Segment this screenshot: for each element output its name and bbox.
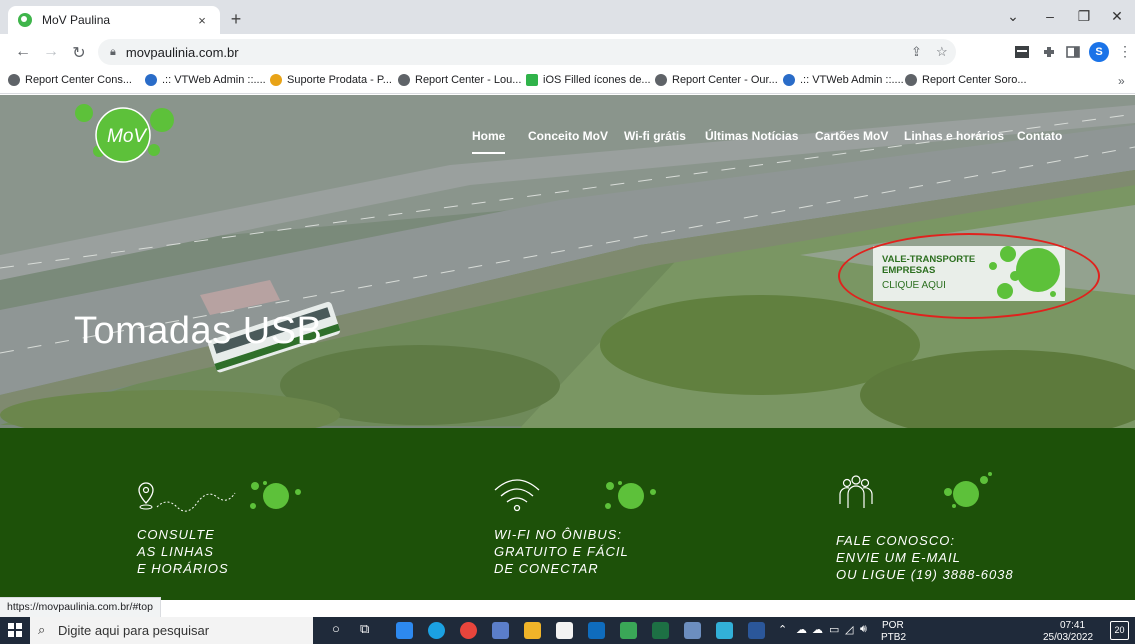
bookmark-item[interactable]: .:: VTWeb Admin ::.... — [783, 74, 904, 86]
extension-tile-icon[interactable] — [1014, 44, 1030, 60]
taskbar-search-input[interactable]: ⌕ Digite aqui para pesquisar — [30, 617, 313, 644]
decorative-dots-icon — [250, 481, 301, 509]
nav-home[interactable]: Home — [472, 129, 506, 154]
project-app-icon[interactable] — [620, 622, 637, 639]
edge-app-icon[interactable] — [428, 622, 445, 639]
hero-banner: MoV Home Conceito MoV Wi-fi grátis Últim… — [0, 95, 1135, 428]
people-group-icon[interactable] — [836, 474, 876, 510]
minimize-icon[interactable]: – — [1040, 8, 1060, 24]
bookmark-item[interactable]: Report Center Cons... — [8, 74, 132, 86]
network-icon[interactable]: ◿ — [845, 623, 853, 636]
feature-wifi-text[interactable]: WI-FI NO ÔNIBUS: GRATUITO E FÁCIL DE CON… — [494, 526, 629, 577]
volume-icon[interactable]: 🔊︎ — [860, 623, 867, 636]
task-view-icon[interactable]: ⧉ — [360, 621, 369, 637]
bookmark-icons8-icon — [526, 74, 538, 86]
bookmarks-bar: Report Center Cons... .:: VTWeb Admin ::… — [0, 70, 1135, 94]
extensions-puzzle-icon[interactable] — [1041, 44, 1057, 60]
app-icon[interactable] — [716, 622, 733, 639]
map-pin-route-icon[interactable] — [137, 480, 247, 520]
bookmark-globe-icon — [655, 74, 667, 86]
notification-center-icon[interactable]: 20 — [1110, 621, 1129, 640]
menu-kebab-icon[interactable]: ⋮ — [1118, 43, 1132, 60]
feature-contato-text[interactable]: FALE CONOSCO: ENVIE UM E-MAIL OU LIGUE (… — [836, 532, 1014, 583]
bookmark-item[interactable]: .:: VTWeb Admin ::.... — [145, 74, 266, 86]
tab-title: MoV Paulina — [42, 13, 111, 27]
windows-start-icon[interactable] — [8, 623, 22, 637]
share-icon[interactable]: ⇪ — [911, 44, 922, 60]
site-favicon-icon — [18, 13, 32, 27]
features-section: CONSULTE AS LINHAS E HORÁRIOS WI-FI NO Ô… — [0, 428, 1135, 600]
decorative-dots-icon — [944, 472, 992, 508]
bookmark-item[interactable]: Suporte Prodata - P... — [270, 74, 392, 86]
mov-logo[interactable]: MoV — [66, 100, 186, 170]
bookmarks-overflow-button[interactable]: » — [1118, 74, 1125, 88]
address-url[interactable]: movpaulinia.com.br — [126, 45, 239, 60]
nav-cartoes-mov[interactable]: Cartões MoV — [815, 129, 888, 143]
side-panel-icon[interactable] — [1065, 44, 1081, 60]
word-app-icon[interactable] — [748, 622, 765, 639]
tab-strip: MoV Paulina × + ⌄ – ❐ ✕ — [0, 0, 1135, 34]
bookmark-globe-icon — [398, 74, 410, 86]
file-explorer-icon[interactable] — [524, 622, 541, 639]
clock-date[interactable]: 25/03/2022 — [1043, 632, 1093, 643]
bookmark-vtweb-icon — [783, 74, 795, 86]
cortana-icon[interactable]: ○ — [332, 621, 340, 636]
nav-conceito-mov[interactable]: Conceito MoV — [528, 129, 608, 143]
language-indicator[interactable]: POR — [882, 620, 904, 631]
nav-wifi-gratis[interactable]: Wi-fi grátis — [624, 129, 686, 143]
svg-text:MoV: MoV — [107, 126, 148, 147]
window-close-icon[interactable]: ✕ — [1107, 8, 1127, 25]
windows-taskbar: ⌕ Digite aqui para pesquisar ○ ⧉ ⌃ ☁ ☁ ▭… — [0, 617, 1135, 644]
excel-app-icon[interactable] — [652, 622, 669, 639]
tray-chevron-icon[interactable]: ⌃ — [778, 623, 787, 636]
tab-close-icon[interactable]: × — [194, 13, 210, 28]
hero-title: Tomadas USB — [74, 310, 323, 352]
chrome-app-icon[interactable] — [460, 622, 477, 639]
taskbar-search-placeholder: Digite aqui para pesquisar — [58, 623, 210, 638]
browser-toolbar: ← → ↻ 🔒︎ movpaulinia.com.br ⇪ ☆ S ⋮ — [0, 34, 1135, 70]
onedrive-icon[interactable]: ☁ — [796, 623, 807, 636]
search-icon: ⌕ — [38, 622, 46, 637]
decorative-dots-icon — [605, 481, 656, 509]
bookmark-prodata-icon — [270, 74, 282, 86]
notepad-app-icon[interactable] — [556, 622, 573, 639]
nav-linhas-horarios[interactable]: Linhas e horários — [904, 129, 1004, 143]
new-tab-button[interactable]: + — [226, 9, 246, 30]
bookmark-item[interactable]: Report Center - Our... — [655, 74, 778, 86]
red-highlight-ellipse — [838, 233, 1100, 319]
profile-avatar[interactable]: S — [1089, 42, 1109, 62]
battery-icon[interactable]: ▭ — [829, 623, 839, 636]
bookmark-item[interactable]: Report Center - Lou... — [398, 74, 521, 86]
feature-linhas-text[interactable]: CONSULTE AS LINHAS E HORÁRIOS — [137, 526, 229, 577]
clock-time[interactable]: 07:41 — [1060, 620, 1085, 631]
bookmark-globe-icon — [8, 74, 20, 86]
wifi-icon[interactable] — [492, 478, 542, 514]
teams-app-icon[interactable] — [492, 622, 509, 639]
reload-icon[interactable]: ↻ — [70, 43, 88, 63]
outlook-app-icon[interactable] — [588, 622, 605, 639]
bookmark-star-icon[interactable]: ☆ — [936, 44, 948, 60]
bookmark-item[interactable]: iOS Filled ícones de... — [526, 74, 651, 86]
bookmark-vtweb-icon — [145, 74, 157, 86]
web-page: MoV Home Conceito MoV Wi-fi grátis Últim… — [0, 95, 1135, 600]
forward-icon[interactable]: → — [42, 43, 60, 61]
restore-icon[interactable]: ❐ — [1074, 8, 1094, 25]
keyboard-layout[interactable]: PTB2 — [881, 632, 906, 643]
address-bar[interactable]: 🔒︎ movpaulinia.com.br ⇪ ☆ — [98, 39, 956, 65]
lock-icon: 🔒︎ — [110, 45, 116, 58]
nav-contato[interactable]: Contato — [1017, 129, 1062, 143]
back-icon[interactable]: ← — [14, 43, 32, 61]
skype-app-icon[interactable] — [396, 622, 413, 639]
onedrive-business-icon[interactable]: ☁ — [812, 623, 823, 636]
status-bar-url: https://movpaulinia.com.br/#top — [0, 597, 161, 617]
bookmark-globe-icon — [905, 74, 917, 86]
tab-search-icon[interactable]: ⌄ — [1003, 8, 1023, 25]
nav-ultimas-noticias[interactable]: Últimas Notícias — [705, 129, 798, 143]
remote-desktop-icon[interactable] — [684, 622, 701, 639]
bookmark-item[interactable]: Report Center Soro... — [905, 74, 1027, 86]
tab-mov-paulina[interactable]: MoV Paulina × — [8, 6, 220, 34]
